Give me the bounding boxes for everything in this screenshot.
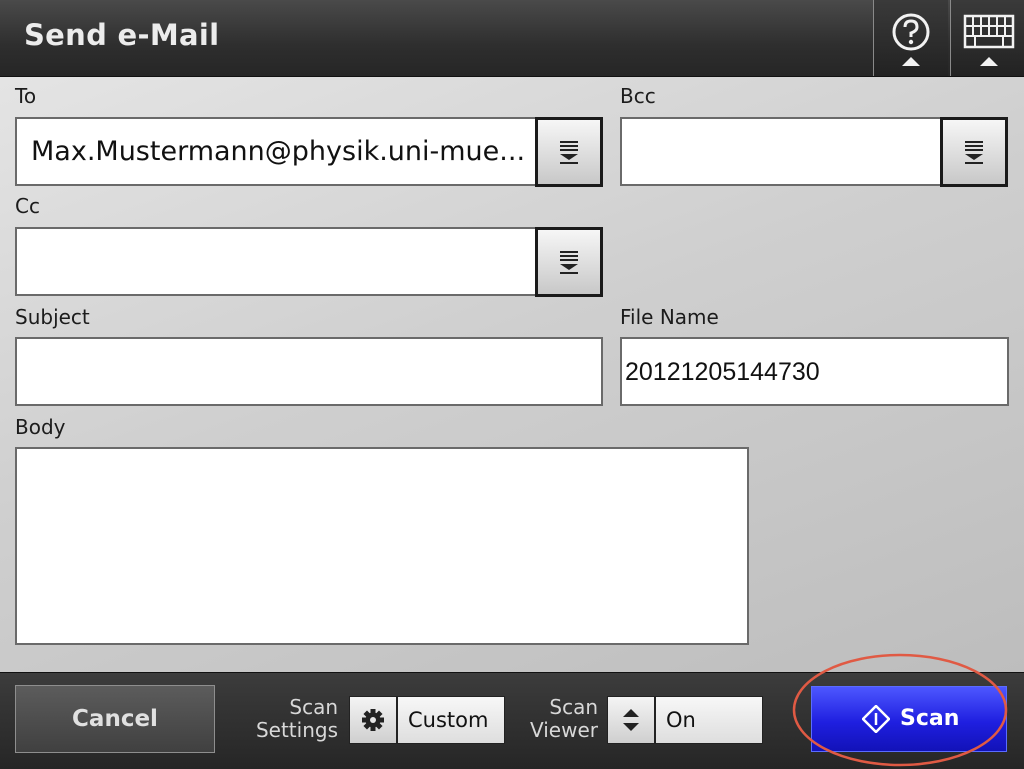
page-title: Send e-Mail: [24, 18, 220, 52]
scan-viewer-toggle-button[interactable]: [607, 696, 655, 744]
cc-label: Cc: [15, 194, 40, 218]
file-name-value: 20121205144730: [625, 358, 820, 386]
subject-label: Subject: [15, 305, 90, 329]
scan-viewer-label: Scan Viewer: [510, 696, 598, 742]
body-textarea[interactable]: [15, 447, 749, 645]
scan-viewer-label-line1: Scan: [549, 695, 598, 719]
to-label: To: [15, 84, 37, 108]
to-field[interactable]: Max.Mustermann@physik.uni-mue...: [15, 117, 603, 187]
scan-settings-label: Scan Settings: [240, 696, 338, 742]
up-down-arrows-icon: [623, 709, 639, 731]
to-value: Max.Mustermann@physik.uni-mue...: [31, 136, 526, 167]
bcc-field[interactable]: [620, 117, 1008, 187]
cc-field[interactable]: [15, 227, 603, 297]
help-button[interactable]: [873, 0, 948, 76]
bcc-label: Bcc: [620, 84, 656, 108]
scan-button[interactable]: Scan: [811, 686, 1007, 752]
body-label: Body: [15, 415, 66, 439]
scan-button-label: Scan: [900, 706, 960, 731]
keyboard-icon: [963, 14, 1015, 66]
list-dropdown-icon: [560, 251, 578, 274]
help-icon: [892, 13, 930, 66]
file-name-field[interactable]: 20121205144730: [620, 337, 1009, 406]
list-dropdown-icon: [560, 141, 578, 164]
scan-viewer-label-line2: Viewer: [530, 718, 598, 742]
to-address-book-button[interactable]: [535, 117, 603, 187]
start-diamond-icon: [862, 705, 890, 733]
scan-settings-label-line2: Settings: [255, 718, 338, 742]
cc-address-book-button[interactable]: [535, 227, 603, 297]
scan-settings-gear-button[interactable]: [349, 696, 397, 744]
subject-field[interactable]: [15, 337, 603, 406]
scan-settings-label-line1: Scan: [289, 695, 338, 719]
gear-icon: [362, 709, 384, 731]
title-bar: Send e-Mail: [0, 0, 1024, 77]
scan-viewer-select[interactable]: On: [655, 696, 763, 744]
cancel-button[interactable]: Cancel: [15, 685, 215, 753]
scan-settings-select[interactable]: Custom: [397, 696, 505, 744]
file-name-label: File Name: [620, 305, 719, 329]
bcc-address-book-button[interactable]: [940, 117, 1008, 187]
keyboard-button[interactable]: [950, 0, 1024, 76]
list-dropdown-icon: [965, 141, 983, 164]
